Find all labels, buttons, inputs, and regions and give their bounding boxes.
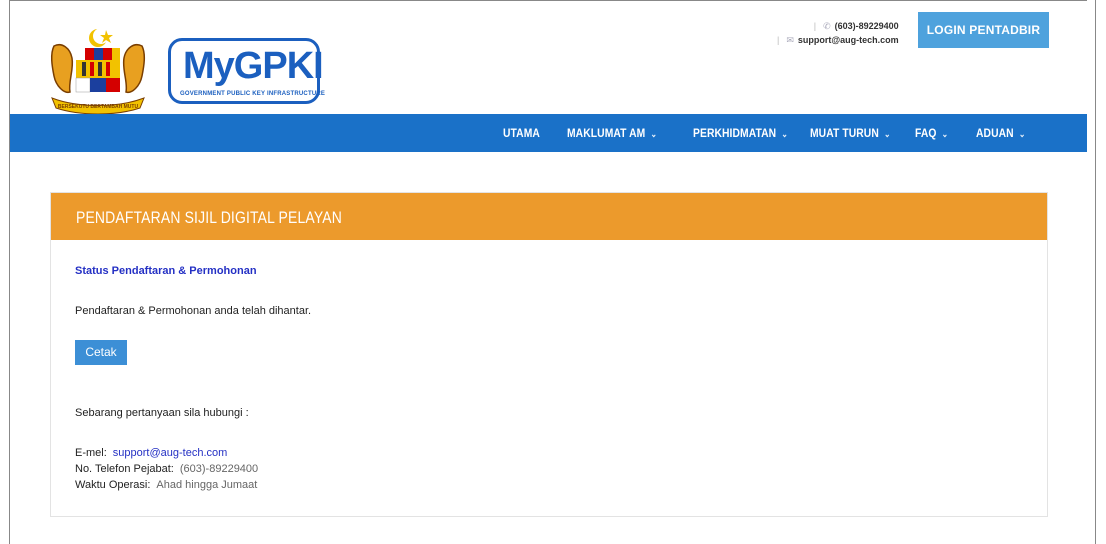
chevron-down-icon: ⌄: [650, 129, 658, 139]
login-admin-button[interactable]: LOGIN PENTADBIR: [918, 12, 1049, 48]
nav-item-label: FAQ: [915, 126, 937, 140]
email-label: E-mel:: [75, 447, 107, 459]
logo-tagline: GOVERNMENT PUBLIC KEY INFRASTRUCTURE: [180, 91, 326, 97]
separator: |: [813, 21, 817, 31]
hours-row: Waktu Operasi: Ahad hingga Jumaat: [75, 477, 258, 493]
phone-label: No. Telefon Pejabat:: [75, 463, 174, 475]
email-row: E-mel: support@aug-tech.com: [75, 445, 258, 461]
mygpki-logo: MyGPKI GOVERNMENT PUBLIC KEY INFRASTRUCT…: [168, 38, 325, 104]
nav-item-faq[interactable]: FAQ ⌄: [915, 114, 948, 152]
print-button[interactable]: Cetak: [75, 340, 127, 365]
nav-item-label: UTAMA: [503, 126, 540, 140]
panel-header: PENDAFTARAN SIJIL DIGITAL PELAYAN: [51, 193, 1047, 240]
email-link[interactable]: support@aug-tech.com: [113, 447, 228, 459]
mygpki-wordmark: MyGPKI: [183, 45, 324, 87]
hours-label: Waktu Operasi:: [75, 479, 151, 491]
nav-item-label: MAKLUMAT AM: [567, 126, 646, 140]
hours-value: Ahad hingga Jumaat: [156, 479, 258, 491]
chevron-down-icon: ⌄: [941, 129, 949, 139]
chevron-down-icon: ⌄: [781, 129, 788, 139]
panel-title: PENDAFTARAN SIJIL DIGITAL PELAYAN: [76, 208, 342, 227]
coat-of-arms-logo: BERSEKUTU BERTAMBAH MUTU: [50, 28, 146, 115]
main-nav: UTAMA MAKLUMAT AM ⌄ PERKHIDMATAN ⌄ MUAT TU…: [10, 114, 1087, 152]
nav-item-maklumat-am[interactable]: MAKLUMAT AM ⌄: [567, 114, 657, 152]
header-email[interactable]: support@aug-tech.com: [798, 33, 899, 47]
chevron-down-icon: ⌄: [1018, 129, 1026, 139]
separator: |: [777, 35, 780, 45]
phone-row: No. Telefon Pejabat: (603)-89229400: [75, 461, 258, 477]
svg-text:BERSEKUTU BERTAMBAH MUTU: BERSEKUTU BERTAMBAH MUTU: [58, 104, 139, 110]
status-heading: Status Pendaftaran & Permohonan: [75, 265, 257, 277]
chevron-down-icon: ⌄: [884, 129, 891, 139]
nav-item-perkhidmatan[interactable]: PERKHIDMATAN ⌄: [693, 114, 788, 152]
envelope-icon: ✉: [786, 35, 794, 45]
contact-info: E-mel: support@aug-tech.com No. Telefon P…: [75, 445, 258, 493]
header-contact: | ✆ (603)-89229400 | ✉ support@aug-tech.…: [777, 19, 899, 47]
nav-item-label: MUAT TURUN: [810, 126, 879, 140]
header-phone: (603)-89229400: [834, 21, 899, 31]
phone-icon: ✆: [823, 21, 831, 31]
nav-item-label: PERKHIDMATAN: [693, 126, 777, 140]
inquiry-text: Sebarang pertanyaan sila hubungi :: [75, 407, 249, 419]
nav-item-utama[interactable]: UTAMA: [503, 114, 540, 152]
nav-item-label: ADUAN: [976, 126, 1014, 140]
nav-item-aduan[interactable]: ADUAN ⌄: [976, 114, 1025, 152]
nav-item-muat-turun[interactable]: MUAT TURUN ⌄: [810, 114, 891, 152]
window-edge: [1095, 0, 1096, 544]
phone-value: (603)-89229400: [179, 463, 259, 475]
submission-message: Pendaftaran & Permohonan anda telah diha…: [75, 305, 312, 317]
